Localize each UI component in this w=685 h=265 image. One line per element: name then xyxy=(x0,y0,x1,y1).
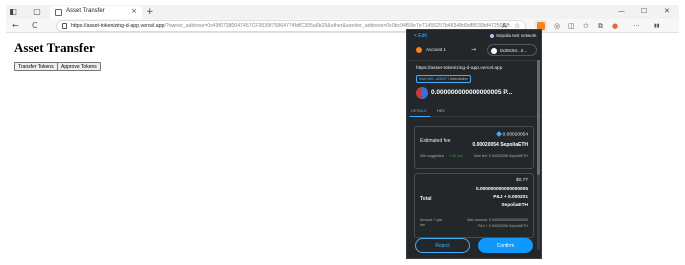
network-indicator[interactable]: Sepolia test network xyxy=(490,33,537,38)
fee-time: < 30 sec xyxy=(449,154,463,158)
contract-interaction-chip[interactable]: 0xeCdf9...a0607 / Interaction xyxy=(416,75,471,83)
total-card: $0.77 Total 0.000000000000000005 P&J + 0… xyxy=(414,173,534,238)
edit-link[interactable]: < Edit xyxy=(414,33,427,39)
max-fee: Max fee: 0.00020096 SepoliaETH xyxy=(474,154,528,158)
tab-close-icon[interactable]: × xyxy=(131,7,137,15)
metamask-popup: < Edit Sepolia test network Account 1 → … xyxy=(406,29,542,259)
divider xyxy=(407,60,541,61)
workspaces-icon[interactable]: ◧ xyxy=(8,7,18,17)
tab-hex[interactable]: HEX xyxy=(437,109,445,113)
lock-icon[interactable] xyxy=(62,23,67,29)
favorites-icon[interactable]: ✩ xyxy=(583,22,589,30)
transfer-tokens-button[interactable]: Transfer Tokens xyxy=(14,62,58,71)
details-tabs: DETAILS HEX xyxy=(407,107,541,117)
new-tab-button[interactable]: + xyxy=(146,7,154,17)
confirm-button[interactable]: Confirm xyxy=(478,238,533,253)
max-amount: Max amount: 0.000000000000000005 xyxy=(467,218,528,222)
fee-fiat: 0.00020054 xyxy=(495,131,528,137)
tab-details[interactable]: DETAILS xyxy=(411,109,427,113)
total-label: Total xyxy=(420,196,432,202)
maximize-icon[interactable]: ☐ xyxy=(641,7,647,15)
account-row: Account 1 → 0x38c94...2... xyxy=(413,44,537,56)
reject-button[interactable]: Reject xyxy=(415,238,470,253)
sidebar-icon[interactable]: ▮▮ xyxy=(654,22,660,30)
transaction-value: 0.000000000000000005 P... xyxy=(431,89,513,96)
total-amount-line2: P&J + 0.000201 xyxy=(493,195,528,200)
token-icon xyxy=(416,87,428,99)
total-fiat: $0.77 xyxy=(515,178,528,183)
page-title: Asset Transfer xyxy=(14,40,95,55)
from-account: Account 1 xyxy=(426,47,447,52)
amount-gas-fee-label: Amount + gas fee xyxy=(420,218,443,227)
origin-url: https://asset-tokenizing-d-app.vercel.ap… xyxy=(416,66,503,71)
account-avatar-icon xyxy=(416,47,422,53)
recipient-avatar-icon xyxy=(491,48,497,54)
fee-eth: 0.00020054 SepoliaETH xyxy=(472,142,528,148)
popup-scrollbar[interactable] xyxy=(537,60,540,250)
back-icon[interactable]: ← xyxy=(12,21,19,31)
active-tab-indicator xyxy=(410,116,430,117)
site-suggested-label[interactable]: Site suggested xyxy=(420,154,444,158)
scrollbar-thumb[interactable] xyxy=(537,60,540,175)
profile-avatar-icon[interactable]: ● xyxy=(612,22,618,30)
page-favicon-icon xyxy=(55,9,62,16)
estimated-fee-label: Estimated fee xyxy=(420,138,451,144)
browser-window: ◧ ▢ Asset Transfer × + — ☐ ✕ ← C https:/… xyxy=(0,0,685,265)
minimize-icon[interactable]: — xyxy=(618,7,625,15)
extensions-icon[interactable]: ◎ xyxy=(554,22,560,30)
tab-asset-transfer[interactable]: Asset Transfer × xyxy=(50,6,142,19)
to-account[interactable]: 0x38c94...2... xyxy=(487,44,537,56)
more-menu-icon[interactable]: ··· xyxy=(633,22,640,30)
browser-toolbar: ← C https://asset-tokenizing-d-app.verce… xyxy=(6,19,679,33)
tab-strip: ◧ ▢ Asset Transfer × + — ☐ ✕ xyxy=(6,5,679,19)
max-amount-detail: P&J + 0.00020096 SepoliaETH xyxy=(478,224,528,228)
metamask-header: < Edit Sepolia test network xyxy=(407,30,541,44)
estimated-fee-card: Estimated fee 0.00020054 0.00020054 Sepo… xyxy=(414,126,534,169)
reload-icon[interactable]: C xyxy=(32,21,38,31)
split-screen-icon[interactable]: ◫ xyxy=(568,22,575,30)
network-dot-icon xyxy=(490,33,494,38)
tab-title: Asset Transfer xyxy=(66,8,105,14)
total-amount-line1: 0.000000000000000005 xyxy=(475,187,528,192)
eth-icon xyxy=(495,131,502,137)
collections-icon[interactable]: ⧉ xyxy=(598,22,603,30)
close-window-icon[interactable]: ✕ xyxy=(664,7,670,15)
arrow-right-icon: → xyxy=(471,46,477,53)
approve-tokens-button[interactable]: Approve Tokens xyxy=(57,62,101,71)
total-amount-line3: SepoliaETH xyxy=(501,203,528,208)
tab-actions-icon[interactable]: ▢ xyxy=(32,7,42,17)
window-edge xyxy=(679,0,685,265)
